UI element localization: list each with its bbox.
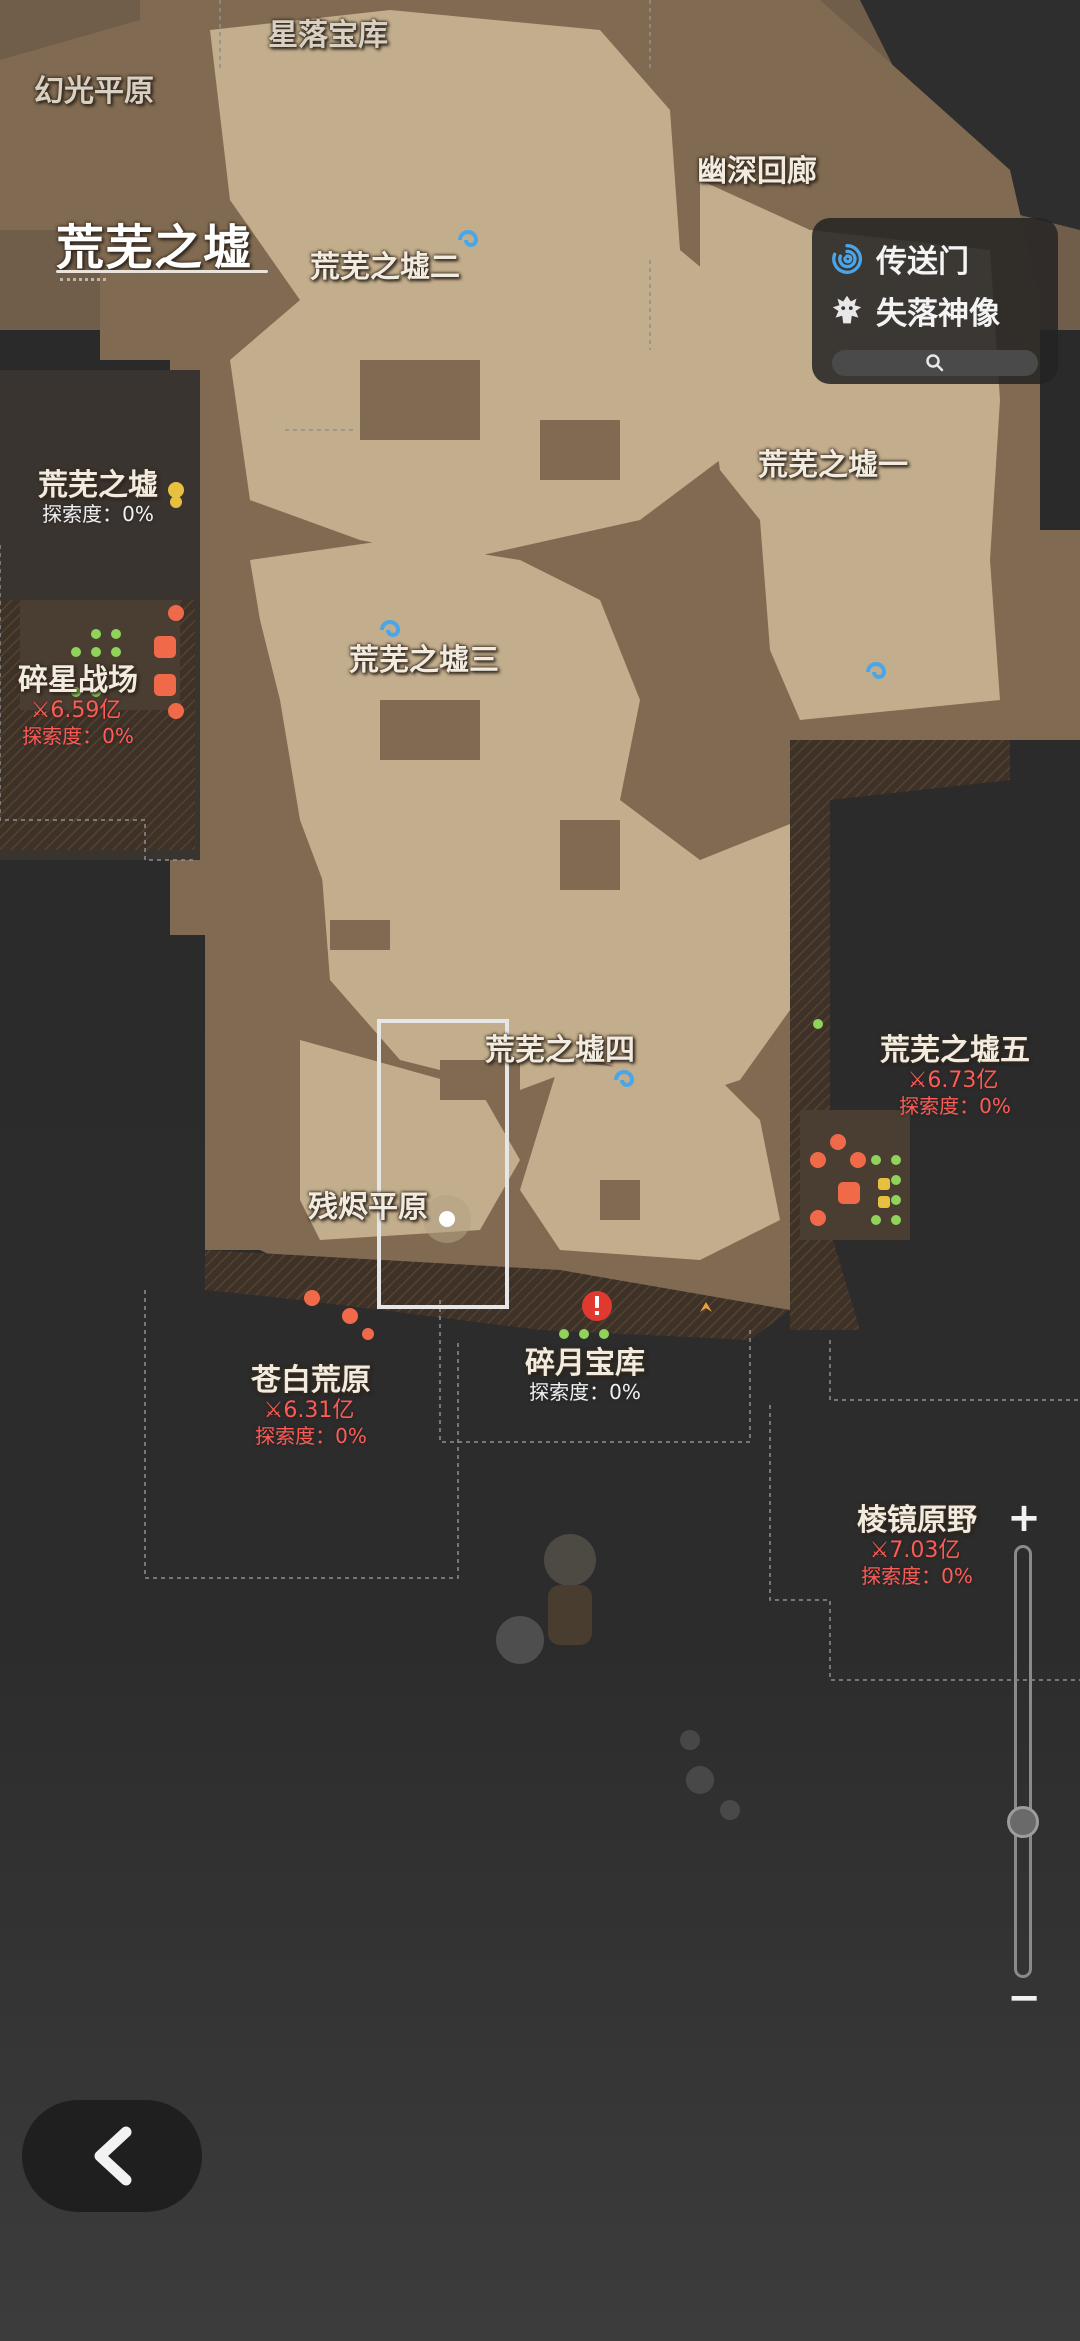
zoom-out-button[interactable]: − [1006, 1978, 1042, 2018]
search-icon [926, 354, 944, 372]
area-label-huangwu4[interactable]: 荒芜之墟四 [485, 1025, 635, 1069]
character-ghost [496, 1534, 740, 1820]
legend-panel: 传送门 失落神像 [812, 218, 1058, 384]
area-label-huangwu1[interactable]: 荒芜之墟一 [758, 440, 908, 484]
zoom-slider-thumb[interactable] [1007, 1806, 1039, 1839]
explore-progress: 探索度：0% [22, 724, 134, 748]
explore-progress: 探索度：0% [899, 1094, 1011, 1118]
zoom-slider[interactable] [1014, 1545, 1032, 1978]
area-label-huanguang[interactable]: 幻光平原 [34, 66, 154, 110]
player-marker [423, 1195, 471, 1243]
zoom-in-button[interactable]: + [1006, 1498, 1042, 1538]
page-title: 荒芜之墟 [56, 220, 253, 276]
legend-statue[interactable]: 失落神像 [828, 288, 1000, 333]
area-label-youshen[interactable]: 幽深回廊 [697, 146, 817, 190]
legend-statue-label: 失落神像 [876, 296, 1000, 332]
area-label-huangwu2[interactable]: 荒芜之墟二 [310, 242, 460, 286]
back-button[interactable] [22, 2100, 202, 2212]
area-label-xingluo[interactable]: 星落宝库 [268, 10, 388, 54]
legend-portal[interactable]: 传送门 [828, 236, 969, 281]
title-dots [60, 278, 106, 281]
portal-icon [832, 243, 863, 274]
explore-progress: 探索度：0% [255, 1424, 367, 1448]
area-label-canjin[interactable]: 残烬平原 [308, 1182, 428, 1226]
explore-progress: 探索度：0% [861, 1564, 973, 1588]
legend-portal-label: 传送门 [876, 244, 969, 280]
explore-progress: 探索度：0% [42, 502, 154, 526]
statue-icon [832, 295, 862, 323]
alert-icon[interactable] [582, 1291, 612, 1321]
area-label-huangwu3[interactable]: 荒芜之墟三 [349, 635, 499, 679]
chevron-left-icon [94, 2126, 132, 2186]
legend-search-button[interactable] [832, 350, 1038, 376]
explore-progress: 探索度：0% [529, 1380, 641, 1404]
title-underline [56, 270, 268, 273]
